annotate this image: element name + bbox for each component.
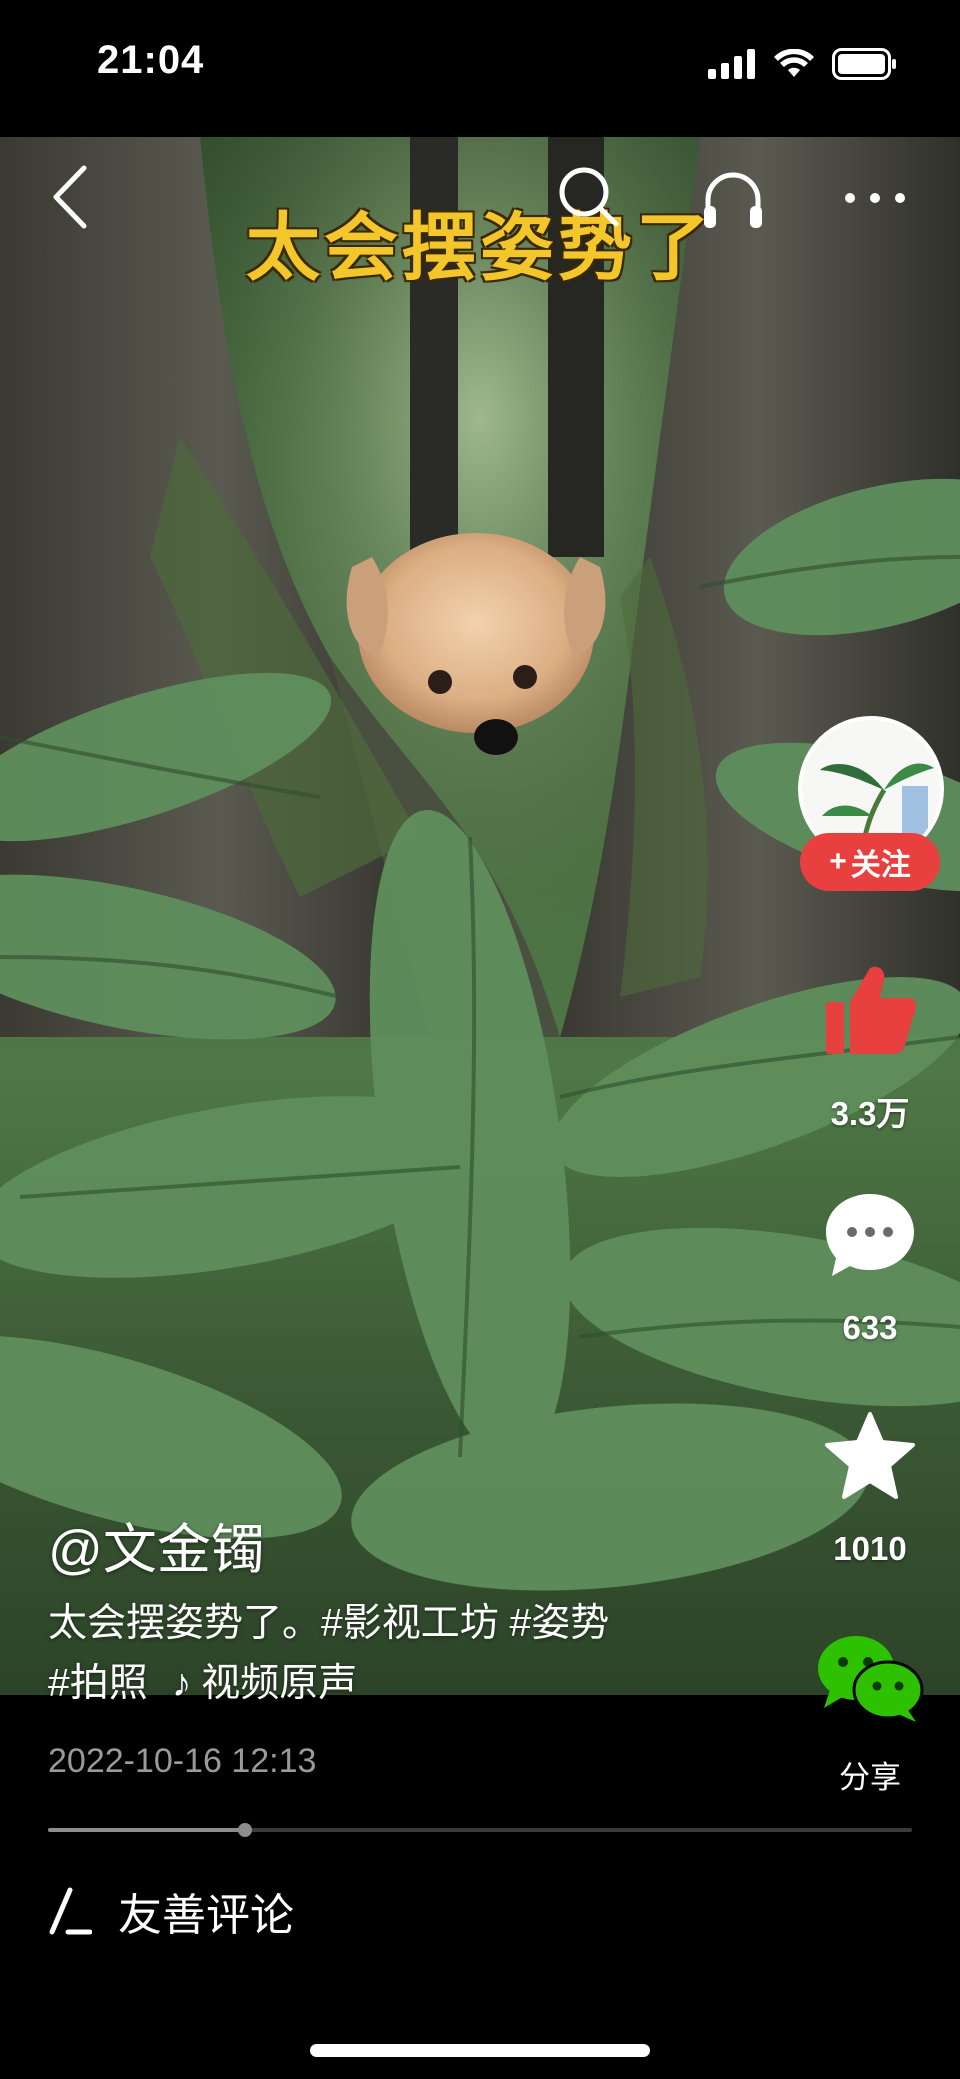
- status-icons: [708, 46, 898, 82]
- more-icon[interactable]: [842, 190, 908, 206]
- status-time: 21:04: [97, 38, 205, 82]
- follow-label: 关注: [850, 849, 911, 882]
- video-frame: [0, 137, 960, 1695]
- headphones-icon[interactable]: [700, 166, 766, 232]
- progress-knob[interactable]: [237, 1823, 252, 1837]
- pen-icon: [49, 1887, 92, 1935]
- favorite-count: 1010: [833, 1530, 907, 1567]
- description-text: 太会摆姿势了。#影视工坊 #姿势: [48, 1602, 610, 1645]
- wechat-share-icon[interactable]: [816, 1634, 924, 1724]
- video-description: 太会摆姿势了。#影视工坊 #姿势 #拍照 ♪ 视频原声: [48, 1594, 748, 1714]
- like-count: 3.3万: [830, 1095, 910, 1132]
- home-indicator[interactable]: [310, 2044, 650, 2057]
- music-note-icon: ♪: [171, 1662, 192, 1705]
- follow-button[interactable]: + 关注: [800, 833, 940, 891]
- plus-icon: +: [829, 845, 847, 878]
- progress-fill: [48, 1828, 245, 1832]
- comment-placeholder: 友善评论: [118, 1891, 294, 1940]
- search-icon[interactable]: [556, 164, 622, 230]
- signal-icon: [708, 49, 755, 79]
- share-label[interactable]: 分享: [790, 1752, 950, 1797]
- favorite-star-icon[interactable]: [822, 1410, 918, 1502]
- video-player[interactable]: 太会摆姿势了: [0, 137, 960, 1695]
- post-date: 2022-10-16 12:13: [48, 1742, 317, 1780]
- video-caption-overlay: 太会摆姿势了: [246, 206, 714, 289]
- wifi-icon: [774, 49, 814, 77]
- hashtag-photo[interactable]: #拍照: [48, 1654, 148, 1714]
- status-bar: 21:04: [0, 0, 960, 137]
- music-title[interactable]: 视频原声: [201, 1654, 357, 1714]
- comment-input[interactable]: 友善评论: [48, 1878, 294, 1944]
- back-icon[interactable]: [50, 164, 90, 230]
- playback-progress-bar[interactable]: [48, 1823, 912, 1837]
- like-icon[interactable]: [822, 962, 918, 1058]
- battery-icon: [832, 48, 896, 80]
- comment-icon[interactable]: [822, 1190, 918, 1280]
- description-second-line: #拍照 ♪ 视频原声: [48, 1654, 748, 1714]
- author-handle[interactable]: @文金镯: [48, 1505, 265, 1584]
- comment-count: 633: [842, 1309, 898, 1346]
